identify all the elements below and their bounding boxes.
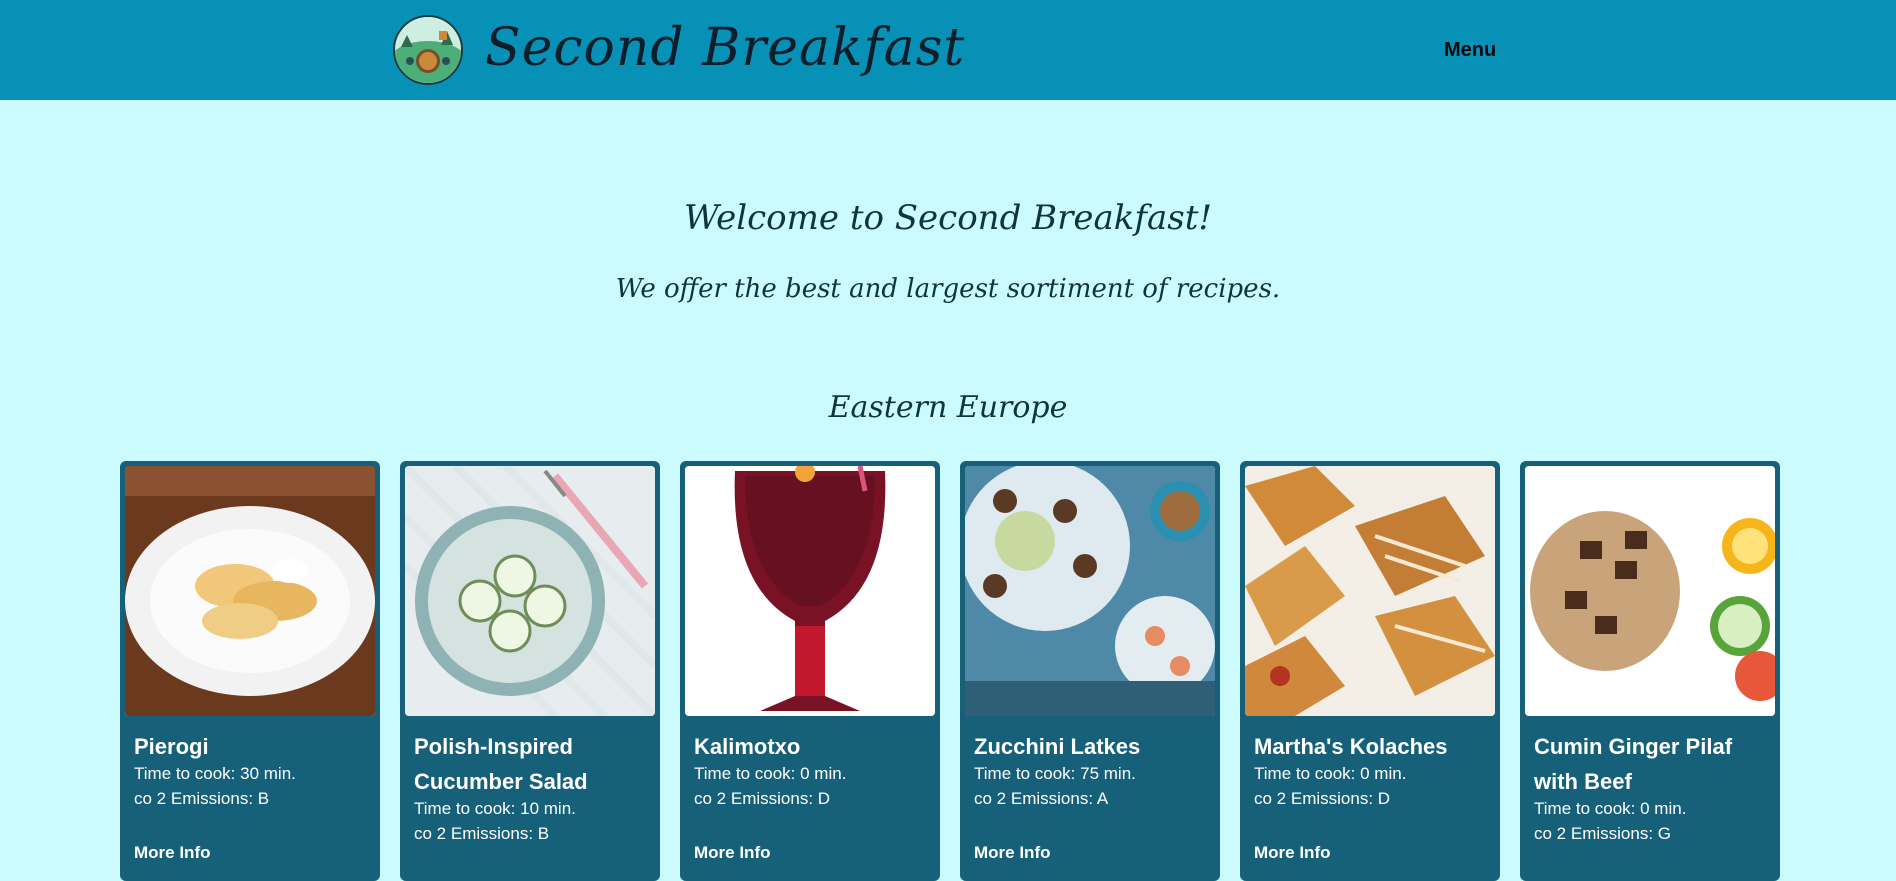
emissions: co 2 Emissions: D	[694, 789, 831, 808]
emissions: co 2 Emissions: G	[1534, 824, 1671, 843]
cucumber-salad-image	[405, 466, 655, 716]
emissions: co 2 Emissions: B	[134, 789, 270, 808]
recipe-card-pierogi[interactable]: Pierogi Time to cook: 30 min. co 2 Emiss…	[120, 461, 380, 881]
card-title: Kalimotxo	[694, 734, 801, 759]
recipe-card-cucumber-salad[interactable]: Polish-Inspired Cucumber Salad Time to c…	[400, 461, 660, 881]
cook-time: Time to cook: 10 min.	[414, 799, 576, 818]
section-title: Eastern Europe	[828, 390, 1068, 425]
welcome-heading: Welcome to Second Breakfast!	[683, 198, 1213, 238]
cook-time: Time to cook: 0 min.	[694, 764, 847, 783]
more-info-link[interactable]: More Info	[1254, 843, 1331, 863]
top-bar: Second Breakfast Menu	[0, 0, 1896, 100]
card-title: Pierogi	[134, 734, 209, 759]
cook-time: Time to cook: 0 min.	[1254, 764, 1407, 783]
recipe-card-kolaches[interactable]: Martha's Kolaches Time to cook: 0 min. c…	[1240, 461, 1500, 881]
more-info-link[interactable]: More Info	[694, 843, 771, 863]
brand-name[interactable]: Second Breakfast	[485, 18, 965, 78]
emissions: co 2 Emissions: A	[974, 789, 1109, 808]
menu-button[interactable]: Menu	[1444, 39, 1496, 62]
pilaf-image	[1525, 466, 1775, 716]
hobbit-door-logo-icon[interactable]	[393, 15, 463, 85]
recipe-card-kalimotxo[interactable]: Kalimotxo Time to cook: 0 min. co 2 Emis…	[680, 461, 940, 881]
kolaches-image	[1245, 466, 1495, 716]
recipe-card-cumin-ginger-pilaf[interactable]: Cumin Ginger Pilaf with Beef Time to coo…	[1520, 461, 1780, 881]
card-title: Cumin Ginger Pilaf with Beef	[1534, 734, 1733, 794]
more-info-link[interactable]: More Info	[974, 843, 1051, 863]
kalimotxo-image	[685, 466, 935, 716]
cook-time: Time to cook: 30 min.	[134, 764, 296, 783]
pierogi-image	[125, 466, 375, 716]
welcome-tagline: We offer the best and largest sortiment …	[615, 274, 1281, 304]
cook-time: Time to cook: 75 min.	[974, 764, 1136, 783]
emissions: co 2 Emissions: B	[414, 824, 550, 843]
card-title: Zucchini Latkes	[974, 734, 1141, 759]
card-title: Polish-Inspired Cucumber Salad	[414, 734, 588, 794]
emissions: co 2 Emissions: D	[1254, 789, 1391, 808]
recipe-card-zucchini-latkes[interactable]: Zucchini Latkes Time to cook: 75 min. co…	[960, 461, 1220, 881]
more-info-link[interactable]: More Info	[134, 843, 211, 863]
zucchini-latkes-image	[965, 466, 1215, 716]
card-title: Martha's Kolaches	[1254, 734, 1448, 759]
cook-time: Time to cook: 0 min.	[1534, 799, 1687, 818]
